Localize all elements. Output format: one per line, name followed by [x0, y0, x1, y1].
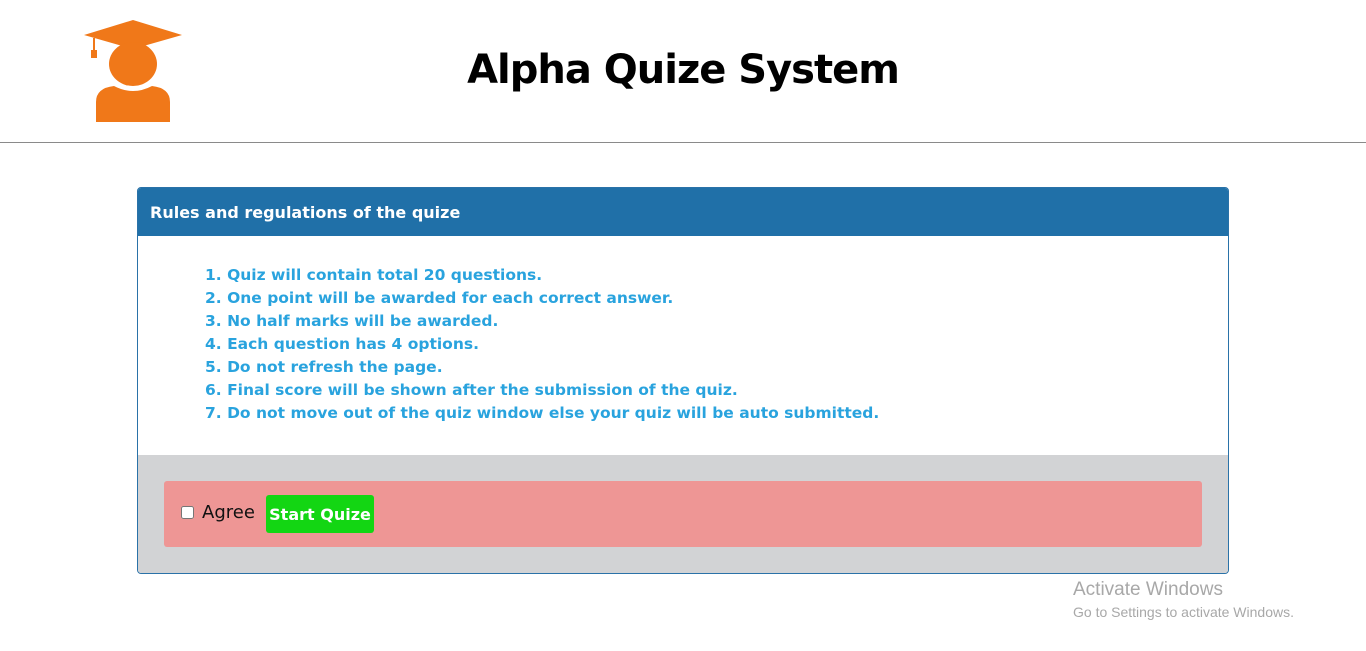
rules-panel-heading: Rules and regulations of the quize [138, 188, 1228, 236]
rule-item: 1. Quiz will contain total 20 questions. [205, 266, 543, 284]
rules-panel-body: 1. Quiz will contain total 20 questions.… [138, 236, 1228, 455]
rule-item: 2. One point will be awarded for each co… [205, 289, 674, 307]
rule-item: 5. Do not refresh the page. [205, 358, 443, 376]
rule-item: 4. Each question has 4 options. [205, 335, 479, 353]
rules-panel: Rules and regulations of the quize 1. Qu… [137, 187, 1229, 574]
agree-label[interactable]: Agree [202, 501, 255, 525]
page-header: Alpha Quize System [0, 0, 1366, 143]
rules-panel-footer: Agree Start Quize [138, 455, 1228, 573]
agree-checkbox[interactable] [181, 506, 194, 519]
agreement-box: Agree Start Quize [164, 481, 1202, 547]
rule-item: 7. Do not move out of the quiz window el… [205, 404, 880, 422]
rule-item: 6. Final score will be shown after the s… [205, 381, 738, 399]
start-quiz-button[interactable]: Start Quize [266, 495, 374, 533]
page-title: Alpha Quize System [467, 47, 900, 93]
watermark-subtitle: Go to Settings to activate Windows. [1073, 604, 1294, 620]
watermark-title: Activate Windows [1073, 579, 1223, 600]
activate-windows-watermark: Activate Windows Go to Settings to activ… [1073, 578, 1294, 622]
rule-item: 3. No half marks will be awarded. [205, 312, 499, 330]
rules-list: 1. Quiz will contain total 20 questions.… [205, 264, 1228, 425]
